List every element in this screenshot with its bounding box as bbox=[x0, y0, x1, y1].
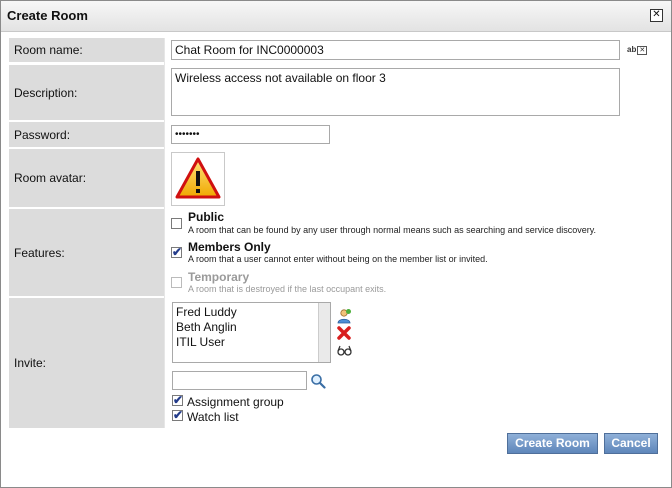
public-checkbox[interactable] bbox=[171, 218, 182, 229]
room-name-label: Room name: bbox=[9, 38, 164, 62]
public-title: Public bbox=[188, 210, 225, 224]
assignment-group-checkbox[interactable] bbox=[172, 393, 183, 407]
invitee-listbox[interactable]: Fred Luddy Beth Anglin ITIL User bbox=[172, 302, 331, 363]
list-item[interactable]: ITIL User bbox=[176, 335, 225, 349]
description-textarea[interactable] bbox=[171, 68, 620, 116]
description-label: Description: bbox=[9, 65, 164, 120]
close-icon[interactable]: ✕ bbox=[650, 9, 663, 22]
temporary-desc: A room that is destroyed if the last occ… bbox=[188, 284, 387, 294]
search-icon[interactable] bbox=[310, 373, 326, 389]
invite-label: Invite: bbox=[9, 298, 164, 428]
spellcheck-icon[interactable]: ab ✕ bbox=[627, 45, 648, 55]
watch-list-checkbox[interactable] bbox=[172, 408, 183, 422]
password-label: Password: bbox=[9, 122, 164, 147]
cancel-button[interactable]: Cancel bbox=[604, 433, 658, 454]
assignment-group-label: Assignment group bbox=[187, 395, 284, 409]
listbox-scrollbar[interactable] bbox=[318, 303, 330, 362]
members-only-checkbox[interactable] bbox=[171, 245, 182, 259]
members-only-desc: A room that a user cannot enter without … bbox=[188, 254, 488, 264]
public-desc: A room that can be found by any user thr… bbox=[188, 225, 597, 235]
members-only-title: Members Only bbox=[188, 240, 271, 254]
password-input[interactable] bbox=[171, 125, 330, 144]
room-avatar[interactable] bbox=[171, 152, 225, 206]
temporary-title: Temporary bbox=[188, 270, 250, 284]
temporary-checkbox bbox=[171, 277, 182, 288]
remove-icon[interactable] bbox=[336, 325, 352, 341]
dialog-titlebar: Create Room ✕ bbox=[1, 1, 671, 32]
features-label: Features: bbox=[9, 209, 164, 296]
watch-list-label: Watch list bbox=[187, 410, 239, 424]
create-room-dialog: Create Room ✕ Room name: Description: Pa… bbox=[0, 0, 672, 488]
invite-search-input[interactable] bbox=[172, 371, 307, 390]
list-item[interactable]: Beth Anglin bbox=[176, 320, 237, 334]
warning-icon bbox=[175, 157, 221, 199]
glasses-icon[interactable] bbox=[336, 342, 352, 358]
list-item[interactable]: Fred Luddy bbox=[176, 305, 237, 319]
add-user-icon[interactable] bbox=[336, 308, 352, 324]
dialog-title: Create Room bbox=[7, 8, 88, 23]
create-room-button[interactable]: Create Room bbox=[507, 433, 598, 454]
room-avatar-label: Room avatar: bbox=[9, 149, 164, 207]
room-name-input[interactable] bbox=[171, 40, 620, 60]
